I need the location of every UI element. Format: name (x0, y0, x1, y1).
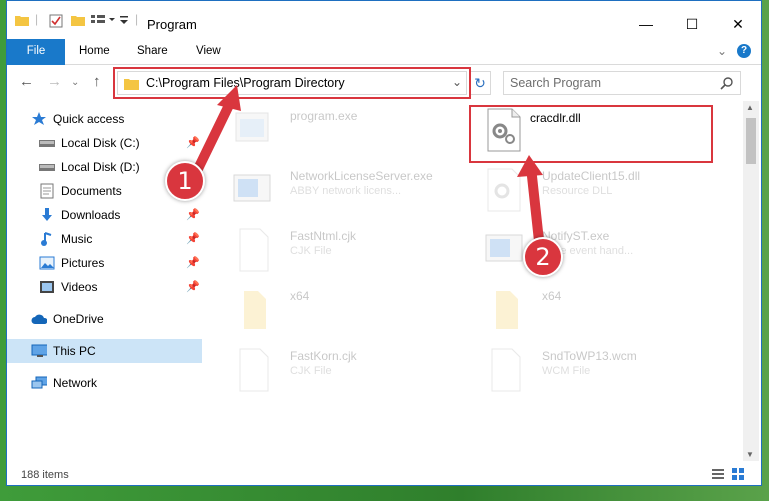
annotation-arrows (192, 85, 544, 246)
file-explorer-window: | | Program — ☐ ✕ File Home Share View ⌄… (6, 0, 762, 486)
callout-number-1: 1 (165, 161, 205, 201)
callout-number-2: 2 (523, 237, 563, 277)
